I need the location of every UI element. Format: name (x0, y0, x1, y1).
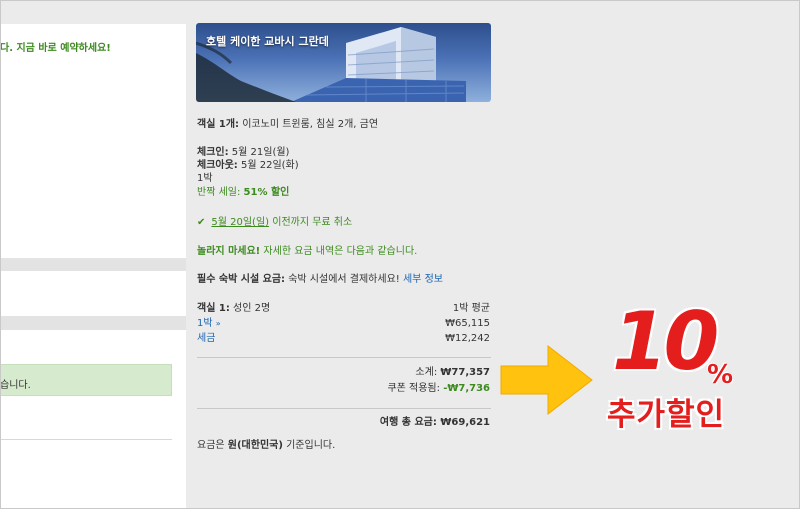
checkout-label: 체크아웃: (197, 160, 238, 171)
surprise-text: 자세한 요금 내역은 다음과 같습니다. (260, 246, 418, 257)
surprise-bold: 놀라지 마세요! (197, 246, 261, 257)
night-price: ₩65,115 (445, 318, 490, 329)
tax-price: ₩12,242 (445, 333, 490, 344)
room-summary: 객실 1개: 이코노미 트윈룸, 침실 2개, 금연 (197, 118, 378, 131)
checkin-date: 5월 21일(월) (228, 147, 290, 158)
room-label: 객실 1개: (197, 119, 240, 130)
currency-suffix: 기준입니다. (282, 440, 336, 451)
price-room-label: 객실 1: (197, 303, 230, 314)
divider (197, 357, 491, 358)
discount-percent-number: 10 (612, 295, 719, 388)
price-room-guests: 성인 2명 (229, 303, 271, 314)
coupon-discount: 쿠폰 적용됨: -₩7,736 (387, 382, 490, 395)
subtotal-value: ₩77,357 (440, 367, 490, 378)
notice-panel: 습니다. (0, 330, 186, 509)
divider (0, 439, 172, 440)
checkmark-icon: ✔ (197, 217, 206, 228)
flash-sale-value: 51% 할인 (243, 187, 290, 198)
flash-sale-label: 반짝 세일: (197, 187, 244, 198)
notice-box: 습니다. (0, 364, 172, 396)
surprise-notice: 놀라지 마세요! 자세한 요금 내역은 다음과 같습니다. (197, 245, 417, 258)
notice-text: 습니다. (0, 380, 31, 391)
flash-sale: 반짝 세일: 51% 할인 (197, 186, 289, 199)
divider (197, 408, 491, 409)
cancel-text: 이전까지 무료 취소 (269, 217, 353, 228)
free-cancellation: ✔ 5월 20일(일) 이전까지 무료 취소 (197, 216, 352, 229)
cancel-date-link[interactable]: 5월 20일(일) (211, 217, 269, 228)
checkin-label: 체크인: (197, 147, 229, 158)
room-description: 이코노미 트윈룸, 침실 2개, 금연 (239, 119, 379, 130)
hotel-name: 호텔 케이한 교바시 그란데 (206, 35, 329, 48)
details-link[interactable]: 세부 정보 (403, 274, 443, 285)
mandatory-label: 필수 숙박 시설 요금: (197, 274, 286, 285)
checkout-row: 체크아웃: 5월 22일(화) (197, 159, 299, 172)
booking-promo-panel: 다. 지금 바로 예약하세요! (0, 24, 186, 258)
form-panel (0, 271, 186, 316)
night-row: 1박 » (197, 317, 221, 330)
arrow-right-icon (500, 345, 593, 415)
checkin-row: 체크인: 5월 21일(월) (197, 146, 289, 159)
chevron-down-icon[interactable]: » (216, 319, 221, 328)
coupon-label: 쿠폰 적용됨: (387, 383, 444, 394)
panel-divider (0, 258, 186, 271)
book-now-text: 다. 지금 바로 예약하세요! (0, 43, 111, 54)
mandatory-text: 숙박 시설에서 결제하세요! (285, 274, 403, 285)
coupon-value: -₩7,736 (443, 383, 490, 394)
tax-link[interactable]: 세금 (197, 333, 215, 344)
hotel-banner[interactable]: 호텔 케이한 교바시 그란데 (196, 23, 491, 102)
panel-divider (0, 316, 186, 330)
checkout-date: 5월 22일(화) (237, 160, 299, 171)
avg-per-night-label: 1박 평균 (452, 303, 490, 314)
total-label: 여행 총 요금: (379, 417, 441, 428)
subtotal-label: 소계: (415, 367, 441, 378)
trip-total: 여행 총 요금: ₩69,621 (380, 416, 490, 429)
percent-sign: % (707, 360, 734, 390)
tax-row: 세금 (197, 332, 215, 345)
extra-discount-text: 추가할인 (607, 397, 726, 433)
mandatory-fee: 필수 숙박 시설 요금: 숙박 시설에서 결제하세요! 세부 정보 (197, 273, 443, 286)
currency-prefix: 요금은 (197, 440, 228, 451)
currency-note: 요금은 원(대한민국) 기준입니다. (197, 439, 335, 452)
total-value: ₩69,621 (440, 417, 490, 428)
subtotal: 소계: ₩77,357 (415, 366, 490, 379)
room-guests: 객실 1: 성인 2명 (197, 302, 270, 315)
night-link[interactable]: 1박 (197, 318, 213, 329)
nights-count: 1박 (197, 173, 213, 184)
currency-name: 원(대한민국) (227, 440, 283, 451)
